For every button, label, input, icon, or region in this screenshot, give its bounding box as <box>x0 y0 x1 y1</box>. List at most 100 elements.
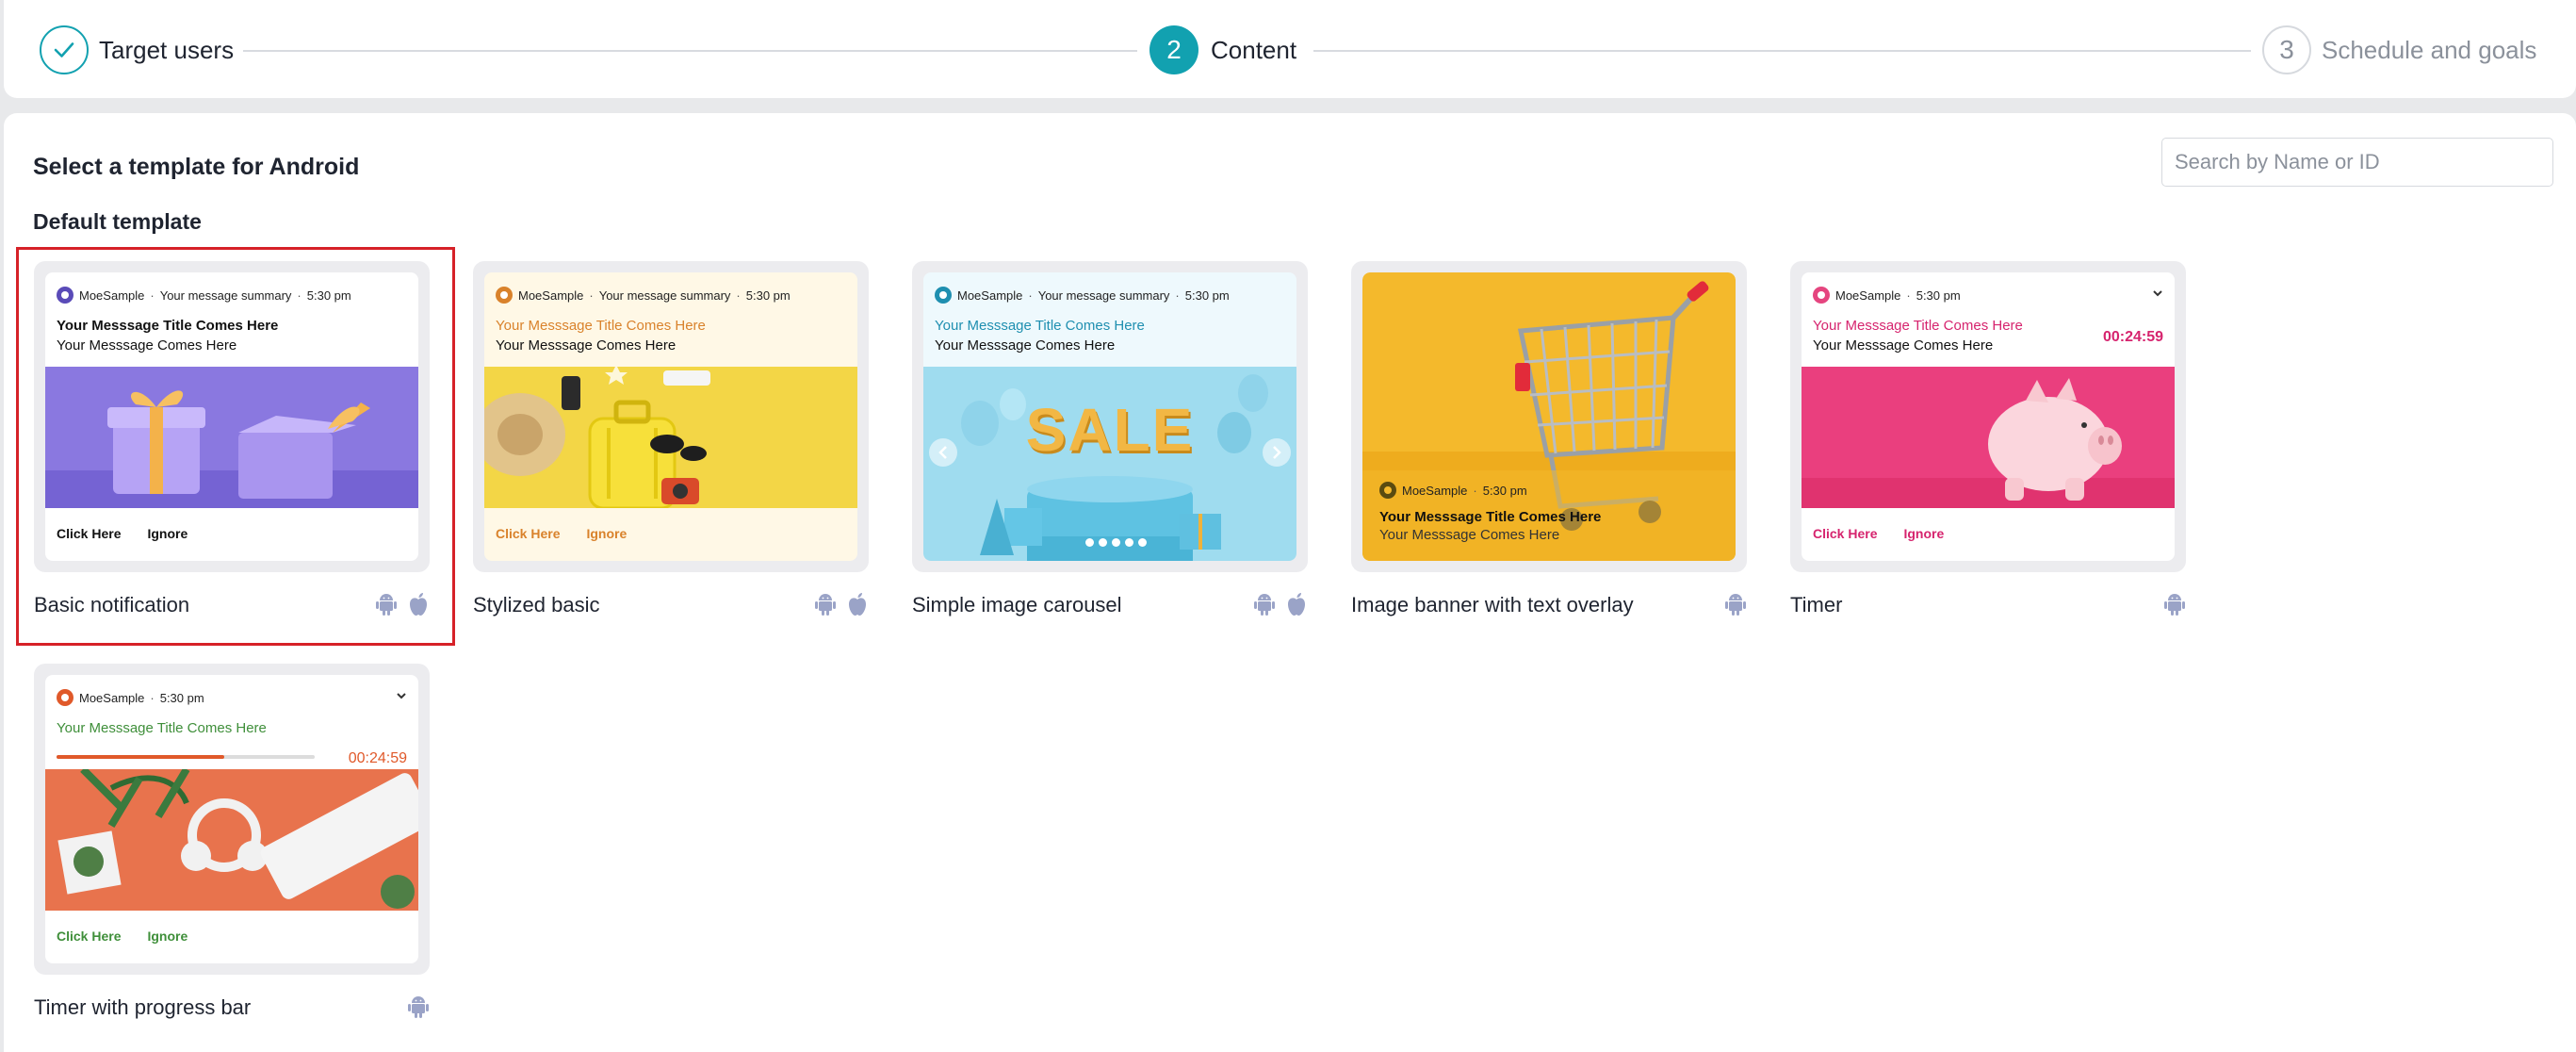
notification-actions: Click Here Ignore <box>1813 526 1944 541</box>
notification-preview: MoeSample · Your message summary · 5:30 … <box>484 272 857 561</box>
platform-icons <box>375 592 430 616</box>
notification-preview: MoeSample · Your message summary · 5:30 … <box>923 272 1296 561</box>
template-name: Stylized basic <box>473 593 600 616</box>
sale-text: SALE <box>1025 396 1195 464</box>
progress-stepper: Target users 2 Content 3 Schedule and go… <box>4 0 2576 98</box>
carousel-prev-icon[interactable] <box>929 438 957 467</box>
message-summary: Your message summary <box>598 288 731 303</box>
notification-header: MoeSample · 5:30 pm <box>57 689 204 706</box>
notification-title: Your Messsage Title Comes Here <box>496 318 706 334</box>
app-name: MoeSample <box>1835 288 1901 303</box>
step-1-check-icon[interactable] <box>40 25 89 74</box>
message-summary: Your message summary <box>1037 288 1170 303</box>
click-here-action[interactable]: Click Here <box>57 526 121 541</box>
ignore-action[interactable]: Ignore <box>147 929 187 944</box>
template-card-simple-image-carousel[interactable]: MoeSample · Your message summary · 5:30 … <box>912 261 1308 623</box>
template-card-basic-notification[interactable]: MoeSample · Your message summary · 5:30 … <box>16 247 455 646</box>
notification-preview: MoeSample · 5:30 pm Your Messsage Title … <box>1802 272 2175 561</box>
headphones-keyboard-desk-image <box>45 769 418 911</box>
template-preview[interactable]: MoeSample · Your message summary · 5:30 … <box>473 261 869 572</box>
click-here-action[interactable]: Click Here <box>57 929 121 944</box>
apple-icon <box>410 593 427 616</box>
step-connector <box>243 50 1137 52</box>
search-input[interactable] <box>2161 138 2553 187</box>
step-3-number[interactable]: 3 <box>2262 25 2311 74</box>
step-connector <box>1313 50 2251 52</box>
notification-time: 5:30 pm <box>1184 288 1230 303</box>
template-preview[interactable]: MoeSample · 5:30 pm Your Messsage Title … <box>1790 261 2186 572</box>
notification-actions: Click Here Ignore <box>57 526 187 541</box>
notification-title: Your Messsage Title Comes Here <box>1813 318 2023 334</box>
notification-time: 5:30 pm <box>1916 288 1961 303</box>
step-3-label[interactable]: Schedule and goals <box>2322 34 2536 66</box>
apple-icon <box>849 593 866 616</box>
android-icon <box>2164 594 2185 616</box>
notification-body: Your Messsage Comes Here <box>1379 527 1560 543</box>
app-name: MoeSample <box>957 288 1023 303</box>
notification-header: MoeSample · Your message summary · 5:30 … <box>935 287 1230 304</box>
app-name: MoeSample <box>79 288 145 303</box>
template-card-timer-progress-bar[interactable]: MoeSample · 5:30 pm Your Messsage Title … <box>34 664 430 1026</box>
notification-header: MoeSample · 5:30 pm <box>1813 287 1961 304</box>
app-icon <box>1813 287 1830 304</box>
step-2-number[interactable]: 2 <box>1149 25 1198 74</box>
template-card-image-banner-text-overlay[interactable]: MoeSample · 5:30 pm Your Messsage Title … <box>1351 261 1747 623</box>
template-name: Basic notification <box>34 593 190 616</box>
app-name: MoeSample <box>79 690 145 705</box>
template-name: Image banner with text overlay <box>1351 593 1634 616</box>
notification-title: Your Messsage Title Comes Here <box>1379 509 1602 525</box>
step-2-label[interactable]: Content <box>1211 34 1296 66</box>
template-preview[interactable]: MoeSample · Your message summary · 5:30 … <box>912 261 1308 572</box>
click-here-action[interactable]: Click Here <box>496 526 560 541</box>
notification-time: 5:30 pm <box>159 690 204 705</box>
template-card-stylized-basic[interactable]: MoeSample · Your message summary · 5:30 … <box>473 261 869 623</box>
notification-title: Your Messsage Title Comes Here <box>935 318 1145 334</box>
click-here-action[interactable]: Click Here <box>1813 526 1877 541</box>
android-icon <box>1254 594 1275 616</box>
app-name: MoeSample <box>1402 483 1468 498</box>
app-icon <box>935 287 952 304</box>
notification-body: Your Messsage Comes Here <box>1813 337 1994 353</box>
template-card-timer[interactable]: MoeSample · 5:30 pm Your Messsage Title … <box>1790 261 2186 623</box>
notification-time: 5:30 pm <box>1482 483 1527 498</box>
countdown-timer: 00:24:59 <box>2102 329 2163 345</box>
android-icon <box>376 594 397 616</box>
progress-bar <box>57 755 315 759</box>
notification-time: 5:30 pm <box>745 288 791 303</box>
chevron-down-icon[interactable] <box>396 688 407 703</box>
chevron-down-icon[interactable] <box>2152 286 2163 301</box>
ignore-action[interactable]: Ignore <box>1903 526 1944 541</box>
app-name: MoeSample <box>518 288 584 303</box>
notification-title: Your Messsage Title Comes Here <box>57 318 279 334</box>
android-icon <box>1725 594 1746 616</box>
ignore-action[interactable]: Ignore <box>586 526 627 541</box>
template-preview[interactable]: MoeSample · 5:30 pm Your Messsage Title … <box>34 664 430 975</box>
notification-header: MoeSample · Your message summary · 5:30 … <box>496 287 791 304</box>
notification-body: Your Messsage Comes Here <box>496 337 677 353</box>
app-icon <box>57 689 73 706</box>
app-icon <box>496 287 513 304</box>
yellow-travel-suitcase-image <box>484 367 857 508</box>
android-icon <box>815 594 836 616</box>
notification-preview: MoeSample · 5:30 pm Your Messsage Title … <box>45 675 418 963</box>
template-name: Timer with progress bar <box>34 995 252 1019</box>
ignore-action[interactable]: Ignore <box>147 526 187 541</box>
notification-preview: MoeSample · 5:30 pm Your Messsage Title … <box>1362 272 1736 561</box>
android-icon <box>408 996 429 1018</box>
progress-fill <box>57 755 225 759</box>
countdown-timer: 00:24:59 <box>348 750 407 766</box>
page-title: Select a template for Android <box>33 154 360 180</box>
app-icon <box>1379 482 1396 499</box>
step-1-label[interactable]: Target users <box>99 34 234 66</box>
platform-icons <box>1253 592 1308 616</box>
notification-title: Your Messsage Title Comes Here <box>57 720 267 736</box>
carousel-next-icon[interactable] <box>1263 438 1291 467</box>
notification-actions: Click Here Ignore <box>57 929 187 944</box>
piggy-bank-image <box>1802 367 2175 508</box>
notification-body: Your Messsage Comes Here <box>57 337 237 353</box>
purple-gift-boxes-image <box>45 367 418 508</box>
app-icon <box>57 287 73 304</box>
carousel-dots[interactable] <box>1085 538 1147 547</box>
template-preview[interactable]: MoeSample · Your message summary · 5:30 … <box>34 261 430 572</box>
template-preview[interactable]: MoeSample · 5:30 pm Your Messsage Title … <box>1351 261 1747 572</box>
